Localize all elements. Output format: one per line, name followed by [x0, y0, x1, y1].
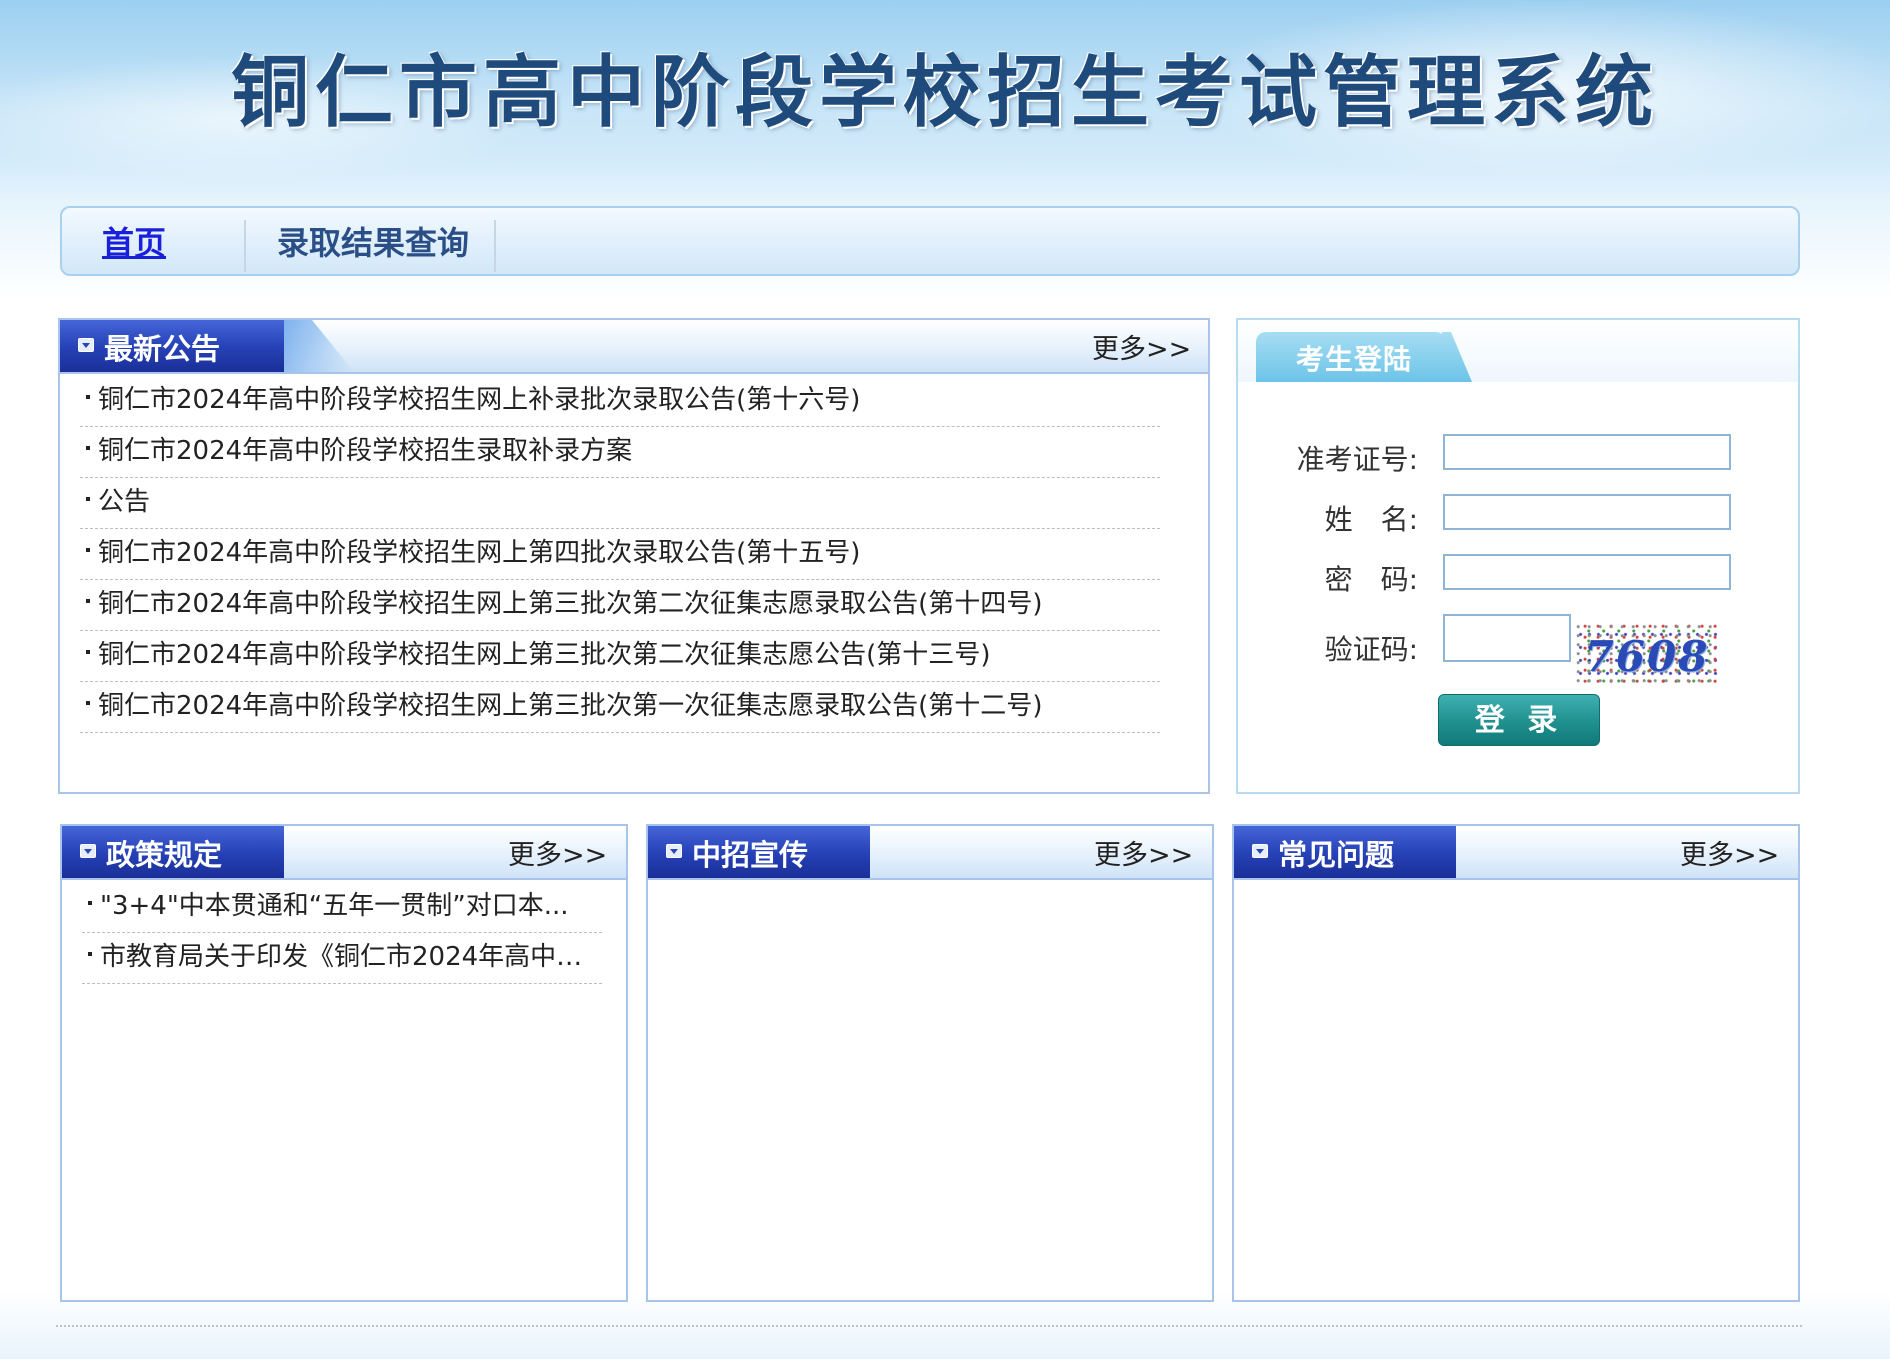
bullet-icon	[86, 445, 90, 450]
list-item-text: "3+4"中本贯通和“五年一贯制”对口本...	[100, 891, 569, 921]
bullet-icon	[86, 598, 90, 603]
bullet-icon	[86, 547, 90, 552]
captcha-input[interactable]	[1443, 614, 1571, 662]
announcements-panel: 最新公告 更多>> 铜仁市2024年高中阶段学校招生网上补录批次录取公告(第十六…	[58, 318, 1210, 794]
faq-header: 常见问题 更多>>	[1234, 826, 1798, 880]
password-input[interactable]	[1443, 554, 1731, 590]
policy-title: 政策规定	[106, 838, 223, 872]
list-item-text: 铜仁市2024年高中阶段学校招生录取补录方案	[98, 436, 633, 466]
list-item[interactable]: "3+4"中本贯通和“五年一贯制”对口本...	[82, 882, 602, 933]
login-panel: 考生登陆 准考证号: 姓 名: 密 码: 验证码: 7608 登 录	[1236, 318, 1800, 794]
site-header: 铜仁市高中阶段学校招生考试管理系统	[0, 0, 1890, 200]
collapse-arrow-icon	[78, 338, 94, 352]
list-item-text: 铜仁市2024年高中阶段学校招生网上第四批次录取公告(第十五号)	[98, 538, 861, 568]
policy-header: 政策规定 更多>>	[62, 826, 626, 880]
publicity-title: 中招宣传	[692, 838, 809, 872]
list-item[interactable]: 铜仁市2024年高中阶段学校招生网上第三批次第一次征集志愿录取公告(第十二号)	[80, 682, 1160, 733]
collapse-arrow-icon	[80, 844, 96, 858]
login-header: 考生登陆	[1238, 320, 1798, 382]
announcements-more-link[interactable]: 更多>>	[1092, 320, 1191, 372]
list-item-text: 铜仁市2024年高中阶段学校招生网上第三批次第二次征集志愿录取公告(第十四号)	[98, 589, 1043, 619]
footer-divider	[56, 1325, 1802, 1327]
list-item[interactable]: 铜仁市2024年高中阶段学校招生网上第三批次第二次征集志愿录取公告(第十四号)	[80, 580, 1160, 631]
name-label: 姓 名:	[1324, 503, 1418, 536]
bullet-icon	[86, 496, 90, 501]
collapse-arrow-icon	[666, 844, 682, 858]
list-item[interactable]: 铜仁市2024年高中阶段学校招生网上第三批次第二次征集志愿公告(第十三号)	[80, 631, 1160, 682]
list-item[interactable]: 铜仁市2024年高中阶段学校招生网上补录批次录取公告(第十六号)	[80, 376, 1160, 427]
publicity-more-link[interactable]: 更多>>	[1094, 826, 1193, 878]
exam-id-label: 准考证号:	[1296, 443, 1418, 476]
list-item-text: 铜仁市2024年高中阶段学校招生网上补录批次录取公告(第十六号)	[98, 385, 861, 415]
password-label: 密 码:	[1324, 563, 1418, 596]
nav-divider	[494, 220, 496, 272]
faq-more-link[interactable]: 更多>>	[1680, 826, 1779, 878]
exam-id-input[interactable]	[1443, 434, 1731, 470]
publicity-header: 中招宣传 更多>>	[648, 826, 1212, 880]
list-item-text: 市教育局关于印发《铜仁市2024年高中阶...	[100, 942, 602, 972]
announcements-title: 最新公告	[104, 332, 221, 366]
bullet-icon	[86, 700, 90, 705]
login-button[interactable]: 登 录	[1438, 694, 1600, 746]
name-input[interactable]	[1443, 494, 1731, 530]
list-item[interactable]: 市教育局关于印发《铜仁市2024年高中阶...	[82, 933, 602, 984]
policy-more-link[interactable]: 更多>>	[508, 826, 607, 878]
policy-tab: 政策规定	[62, 826, 284, 878]
faq-title: 常见问题	[1278, 838, 1395, 872]
policy-list: "3+4"中本贯通和“五年一贯制”对口本... 市教育局关于印发《铜仁市2024…	[82, 882, 602, 984]
list-item-text: 公告	[98, 487, 151, 517]
policy-panel: 政策规定 更多>> "3+4"中本贯通和“五年一贯制”对口本... 市教育局关于…	[60, 824, 628, 1302]
faq-panel: 常见问题 更多>>	[1232, 824, 1800, 1302]
captcha-label: 验证码:	[1324, 633, 1418, 666]
login-tab: 考生登陆	[1256, 332, 1446, 382]
login-title: 考生登陆	[1296, 343, 1413, 376]
publicity-panel: 中招宣传 更多>>	[646, 824, 1214, 1302]
list-item[interactable]: 铜仁市2024年高中阶段学校招生录取补录方案	[80, 427, 1160, 478]
announcements-list: 铜仁市2024年高中阶段学校招生网上补录批次录取公告(第十六号) 铜仁市2024…	[80, 376, 1160, 733]
bullet-icon	[88, 951, 92, 956]
nav-home[interactable]: 首页	[102, 208, 222, 274]
faq-tab: 常见问题	[1234, 826, 1456, 878]
nav-admission-results[interactable]: 录取结果查询	[248, 208, 498, 274]
collapse-arrow-icon	[1252, 844, 1268, 858]
list-item-text: 铜仁市2024年高中阶段学校招生网上第三批次第一次征集志愿录取公告(第十二号)	[98, 691, 1043, 721]
bullet-icon	[86, 649, 90, 654]
site-title: 铜仁市高中阶段学校招生考试管理系统	[230, 48, 1659, 138]
bullet-icon	[88, 900, 92, 905]
list-item-text: 铜仁市2024年高中阶段学校招生网上第三批次第二次征集志愿公告(第十三号)	[98, 640, 991, 670]
publicity-tab: 中招宣传	[648, 826, 870, 878]
bullet-icon	[86, 394, 90, 399]
list-item[interactable]: 公告	[80, 478, 1160, 529]
nav-divider	[244, 220, 246, 272]
captcha-image[interactable]: 7608	[1576, 624, 1718, 684]
announcements-tab: 最新公告	[60, 320, 284, 372]
main-nav: 首页 录取结果查询	[60, 206, 1800, 276]
list-item[interactable]: 铜仁市2024年高中阶段学校招生网上第四批次录取公告(第十五号)	[80, 529, 1160, 580]
announcements-header: 最新公告 更多>>	[60, 320, 1208, 374]
